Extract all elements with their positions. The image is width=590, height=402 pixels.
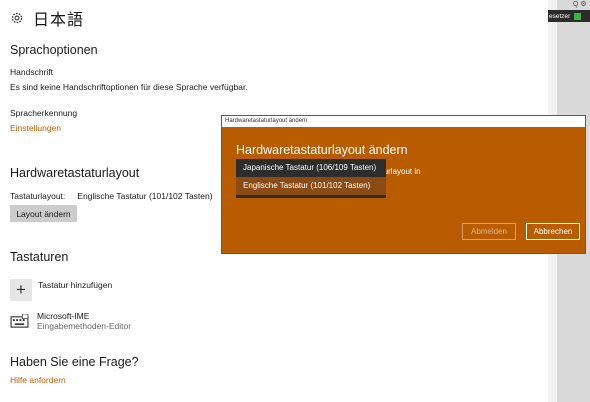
question-heading: Haben Sie eine Frage? <box>10 355 139 369</box>
hardware-layout-heading: Hardwaretastaturlayout <box>10 166 140 180</box>
ime-name: Microsoft-IME <box>37 311 90 321</box>
page-title: 日本語 <box>33 10 85 29</box>
keyboard-layout-row: Tastaturlayout: Englische Tastatur (101/1… <box>10 191 213 201</box>
keyboard-layout-label: Tastaturlayout: <box>10 191 66 201</box>
speech-recognition-label: Spracherkennung <box>10 108 78 118</box>
keyboard-layout-value: Englische Tastatur (101/102 Tasten) <box>77 191 213 201</box>
status-badge-icon <box>574 12 582 20</box>
ime-keyboard-item[interactable]: Microsoft-IME Eingabemethoden-Editor <box>10 311 131 331</box>
add-keyboard-row[interactable]: + Tastatur hinzufügen <box>10 279 112 301</box>
gear-icon <box>11 12 23 24</box>
ime-text: Microsoft-IME Eingabemethoden-Editor <box>37 311 131 331</box>
change-layout-dialog: Hardwaretastaturlayout ändern Hardwareta… <box>221 115 586 254</box>
ime-description: Eingabemethoden-Editor <box>37 321 132 331</box>
plus-icon[interactable]: + <box>10 279 32 301</box>
change-layout-button[interactable]: Layout ändern <box>10 205 77 222</box>
dropdown-option-english[interactable]: Englische Tastatur (101/102 Tasten) <box>236 177 386 195</box>
layout-dropdown-list[interactable]: Japanische Tastatur (106/109 Tasten) Eng… <box>236 159 386 198</box>
dialog-titlebar: Hardwaretastaturlayout ändern <box>222 116 585 127</box>
help-link[interactable]: Hilfe anfordern <box>10 375 66 385</box>
keyboards-heading: Tastaturen <box>10 250 69 264</box>
handwriting-text: Es sind keine Handschriftoptionen für di… <box>10 82 248 92</box>
signout-button[interactable]: Abmelden <box>462 223 516 240</box>
dropdown-option-japanese[interactable]: Japanische Tastatur (106/109 Tasten) <box>236 159 386 177</box>
title-row: 日本語 <box>10 6 84 30</box>
keyboard-icon <box>10 314 29 328</box>
background-window-bar: esetzer <box>548 10 590 22</box>
add-keyboard-label[interactable]: Tastatur hinzufügen <box>38 280 112 290</box>
dialog-heading: Hardwaretastaturlayout ändern <box>236 143 408 157</box>
handwriting-label: Handschrift <box>10 67 53 77</box>
background-toolbar-icons: Q ⚙ <box>573 1 587 8</box>
language-options-heading: Sprachoptionen <box>10 43 98 57</box>
background-bar-text: esetzer <box>549 12 571 20</box>
cancel-button[interactable]: Abbrechen <box>526 223 580 240</box>
settings-link[interactable]: Einstellungen <box>10 123 61 133</box>
